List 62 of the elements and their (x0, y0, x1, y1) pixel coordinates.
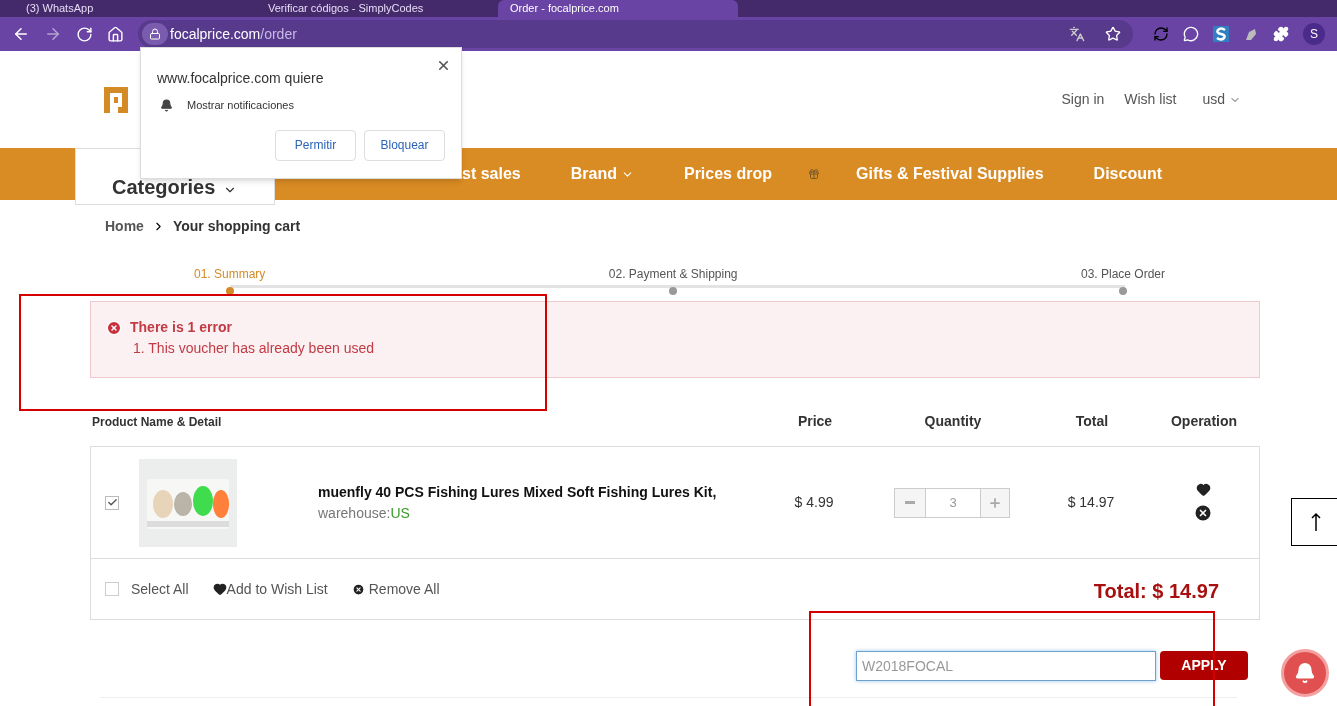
s-extension-icon[interactable] (1213, 26, 1229, 42)
gift-icon (808, 168, 820, 180)
column-header: Operation (1169, 412, 1239, 431)
column-header: Price (796, 412, 834, 431)
cart-total: Total: $ 14.97 (1093, 579, 1219, 604)
breadcrumb-current: Your shopping cart (172, 217, 301, 236)
up-arrow-icon (1310, 512, 1322, 532)
extension-icon[interactable] (1243, 26, 1259, 42)
error-title: There is 1 error (130, 318, 232, 337)
select-all-label[interactable]: Select All (131, 578, 189, 600)
heart-icon (212, 582, 227, 596)
error-message: 1. This voucher has already been used (132, 339, 375, 358)
lock-icon (149, 28, 161, 40)
bell-icon (160, 98, 173, 112)
url-text: focalprice.com/order (170, 24, 297, 44)
column-header: Quantity (923, 412, 983, 431)
row-checkbox[interactable] (105, 495, 119, 510)
bell-icon (1294, 662, 1316, 684)
back-to-top-button[interactable] (1291, 498, 1337, 546)
step-label: 02. Payment & Shipping (608, 266, 738, 283)
sign-in-link[interactable]: Sign in (1061, 89, 1105, 110)
product-name[interactable]: muenfly 40 PCS Fishing Lures Mixed Soft Fishing Lures Kit, (318, 481, 759, 503)
error-icon (106, 319, 122, 336)
plus-icon (988, 495, 1002, 510)
step-label: 03. Place Order (1080, 266, 1165, 283)
reload-icon[interactable] (76, 25, 93, 43)
wish-list-link[interactable]: Wish list (1124, 89, 1177, 110)
currency-dropdown[interactable]: usd (1202, 89, 1241, 110)
address-bar[interactable]: focalprice.com/order (138, 20, 1133, 48)
browser-tab[interactable]: (3) WhatsApp (14, 0, 254, 17)
popup-button[interactable]: Bloquear (364, 129, 445, 161)
remove-all-link[interactable]: Remove All (351, 578, 440, 600)
breadcrumb-home[interactable]: Home (105, 216, 144, 237)
permission-text: Mostrar notificaciones (187, 98, 294, 113)
warehouse-text: warehouse:US (318, 503, 411, 523)
browser-tab[interactable]: Order - focalprice.com (498, 0, 738, 17)
sync-extension-icon[interactable] (1153, 26, 1169, 42)
logo-icon (104, 86, 128, 113)
total-cell-text: $ 14.97 (1066, 493, 1116, 512)
chat-extension-icon[interactable] (1183, 26, 1199, 42)
remove-icon[interactable] (1193, 503, 1213, 523)
home-icon[interactable] (107, 25, 124, 43)
notification-bell-button[interactable] (1281, 649, 1329, 697)
translate-icon[interactable] (1069, 26, 1085, 42)
apply-button[interactable]: APPLY (1160, 651, 1248, 680)
popup-title: www.focalprice.com quiere (157, 69, 325, 88)
back-icon[interactable] (12, 25, 30, 43)
minus-icon (905, 501, 915, 504)
step-label: 01. Summary (194, 266, 266, 283)
popup-button[interactable]: Permitir (275, 129, 356, 161)
heart-icon[interactable] (1195, 482, 1211, 497)
close-icon[interactable] (436, 58, 451, 73)
add-to-wish-list-link[interactable]: Add to Wish List (212, 578, 328, 600)
browser-tab[interactable]: Verificar códigos - SimplyCodes (256, 0, 496, 17)
bookmark-star-icon[interactable] (1105, 26, 1121, 42)
profile-avatar[interactable]: S (1303, 23, 1325, 45)
select-all-checkbox[interactable] (105, 582, 119, 596)
column-header: Product Name & Detail (91, 413, 223, 431)
remove-icon (351, 582, 365, 596)
column-header: Total (1074, 412, 1110, 431)
extensions-icon[interactable] (1273, 26, 1289, 42)
price-cell-text: $ 4.99 (793, 493, 835, 512)
